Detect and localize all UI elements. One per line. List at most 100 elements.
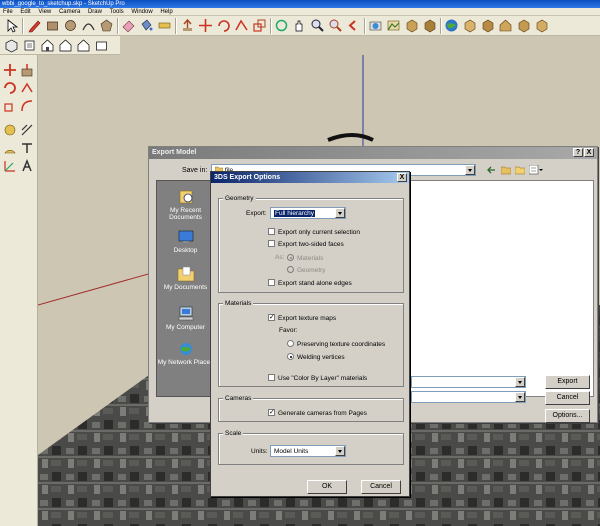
circle-icon[interactable]	[63, 18, 78, 33]
two-sided-checkbox[interactable]: Export two-sided faces	[268, 240, 344, 249]
warehouse-icon[interactable]	[498, 18, 513, 33]
google-earth-icon[interactable]	[444, 18, 459, 33]
rectangle-icon[interactable]	[45, 18, 60, 33]
move-icon[interactable]	[3, 63, 17, 77]
cancel-button[interactable]: Cancel	[545, 391, 590, 405]
color-by-layer-checkbox[interactable]: Use "Color By Layer" materials	[268, 374, 367, 383]
texture-maps-checkbox[interactable]: Export texture maps	[268, 313, 336, 323]
3ds-export-options-dialog: 3DS Export Options X Geometry Export: Fu…	[210, 171, 410, 497]
paint-bucket-icon[interactable]	[139, 18, 154, 33]
chevron-down-icon[interactable]	[515, 377, 525, 387]
dialog-title-bar: 3DS Export Options X	[211, 172, 409, 183]
file-name-field[interactable]	[411, 376, 526, 388]
text-icon[interactable]	[20, 141, 34, 155]
scale-icon[interactable]	[3, 99, 17, 113]
tool-palette	[0, 55, 38, 526]
polygon-icon[interactable]	[99, 18, 114, 33]
export-label: Export:	[246, 210, 267, 217]
zoom-icon[interactable]	[310, 18, 325, 33]
window-title: wbbi_google_to_sketchup.skp - SketchUp P…	[2, 1, 125, 7]
follow-me-icon[interactable]	[20, 81, 34, 95]
iso-view-icon[interactable]	[4, 38, 19, 53]
tape-measure-icon[interactable]	[3, 123, 17, 137]
menu-camera[interactable]: Camera	[59, 9, 80, 15]
3d-text-icon[interactable]	[20, 158, 34, 173]
back-icon[interactable]	[487, 165, 497, 175]
close-button[interactable]: X	[397, 173, 407, 182]
eraser-icon[interactable]	[121, 18, 136, 33]
get-current-view-icon[interactable]	[368, 18, 383, 33]
export-button[interactable]: Export	[545, 375, 590, 389]
chevron-down-icon[interactable]	[335, 446, 345, 456]
push-pull-icon[interactable]	[180, 18, 195, 33]
arc-icon[interactable]	[81, 18, 96, 33]
only-selection-checkbox[interactable]: Export only current selection	[268, 228, 360, 237]
close-button[interactable]: X	[584, 148, 594, 157]
rotate-icon[interactable]	[3, 81, 17, 95]
move-icon[interactable]	[198, 18, 213, 33]
component-folder-icon[interactable]	[516, 18, 531, 33]
place-my-documents[interactable]: My Documents	[157, 266, 214, 291]
zoom-extents-icon[interactable]	[328, 18, 343, 33]
menu-help[interactable]: Help	[160, 9, 172, 15]
left-view-icon[interactable]	[94, 38, 109, 53]
orbit-icon[interactable]	[274, 18, 289, 33]
place-recent[interactable]: My Recent Documents	[157, 189, 214, 221]
as-geometry-radio[interactable]: Geometry	[287, 266, 326, 275]
units-dropdown[interactable]: Model Units	[270, 445, 346, 457]
scale-label: Scale	[223, 429, 244, 438]
view-menu-icon[interactable]	[528, 164, 543, 175]
previous-view-icon[interactable]	[346, 18, 361, 33]
stand-alone-edges-checkbox[interactable]: Export stand alone edges	[268, 279, 352, 288]
rotate-icon[interactable]	[216, 18, 231, 33]
place-my-computer[interactable]: My Computer	[157, 306, 214, 331]
save-in-label: Save in:	[182, 167, 208, 174]
get-models-icon[interactable]	[422, 18, 437, 33]
units-label: Units:	[251, 448, 268, 455]
select-icon[interactable]	[4, 18, 19, 33]
menu-file[interactable]: File	[3, 9, 13, 15]
options-button[interactable]: Options...	[545, 409, 590, 423]
protractor-icon[interactable]	[3, 141, 17, 155]
scale-icon[interactable]	[252, 18, 267, 33]
toggle-terrain-icon[interactable]	[386, 18, 401, 33]
dimension-icon[interactable]	[20, 123, 34, 137]
welding-vertices-radio[interactable]: Welding vertices	[287, 353, 345, 362]
preserve-coords-radio[interactable]: Preserving texture coordinates	[287, 340, 385, 349]
menu-window[interactable]: Window	[131, 9, 152, 15]
chevron-down-icon[interactable]	[335, 208, 345, 218]
cameras-from-pages-checkbox[interactable]: Generate cameras from Pages	[268, 408, 367, 418]
offset-icon[interactable]	[20, 99, 34, 113]
right-view-icon[interactable]	[58, 38, 73, 53]
menu-view[interactable]: View	[38, 9, 51, 15]
export-icon[interactable]	[534, 18, 549, 33]
axes-icon[interactable]	[3, 159, 17, 173]
menu-tools[interactable]: Tools	[110, 9, 124, 15]
place-desktop[interactable]: Desktop	[157, 229, 214, 254]
measure-icon[interactable]	[157, 18, 172, 33]
chevron-down-icon[interactable]	[465, 165, 475, 175]
cancel-button[interactable]: Cancel	[361, 480, 401, 494]
pencil-icon[interactable]	[27, 18, 42, 33]
file-type-dropdown[interactable]	[411, 391, 526, 403]
back-view-icon[interactable]	[76, 38, 91, 53]
follow-me-icon[interactable]	[234, 18, 249, 33]
pan-icon[interactable]	[292, 18, 307, 33]
front-view-icon[interactable]	[40, 38, 55, 53]
component-icon[interactable]	[480, 18, 495, 33]
chevron-down-icon[interactable]	[515, 392, 525, 402]
units-value: Model Units	[274, 448, 309, 455]
as-materials-radio[interactable]: Materials	[287, 254, 323, 263]
help-button[interactable]: ?	[573, 148, 583, 157]
push-pull-icon[interactable]	[20, 63, 34, 77]
place-network[interactable]: My Network Places	[157, 341, 214, 366]
ok-button[interactable]: OK	[307, 480, 347, 494]
up-folder-icon[interactable]	[500, 165, 512, 175]
top-view-icon[interactable]	[22, 38, 37, 53]
export-hierarchy-dropdown[interactable]: Full hierarchy	[270, 207, 346, 219]
share-model-icon[interactable]	[462, 18, 477, 33]
new-folder-icon[interactable]	[514, 165, 526, 175]
place-model-icon[interactable]	[404, 18, 419, 33]
menu-draw[interactable]: Draw	[88, 9, 102, 15]
menu-edit[interactable]: Edit	[20, 9, 30, 15]
